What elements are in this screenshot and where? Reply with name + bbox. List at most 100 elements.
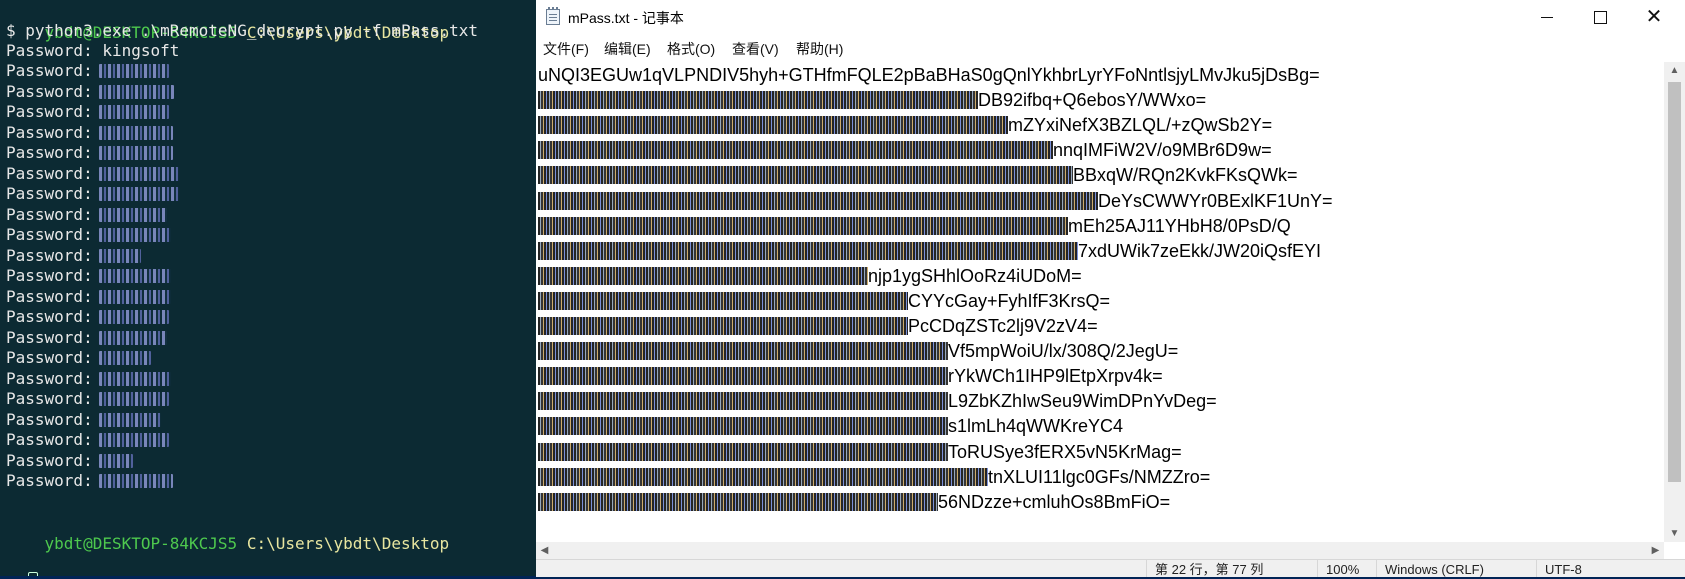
password-label: Password: — [6, 307, 93, 326]
close-button[interactable]: ✕ — [1626, 0, 1682, 34]
redacted-password — [98, 228, 171, 242]
close-icon: ✕ — [1645, 6, 1663, 28]
scroll-down-icon[interactable]: ▼ — [1664, 525, 1685, 542]
visible-text: tnXLUI11lgc0GFs/NMZZro= — [988, 466, 1211, 487]
text-line: PcCDqZSTc2lj9V2zV4= — [538, 313, 1098, 340]
password-line: Password: kingsoft — [6, 40, 179, 62]
text-line: rYkWCh1IHP9lEtpXrpv4k= — [538, 363, 1163, 390]
title-bar[interactable]: mPass.txt - 记事本 ✕ — [536, 0, 1685, 34]
visible-text: Vf5mpWoiU/lx/308Q/2JegU= — [948, 341, 1179, 362]
password-line: Password: — [6, 224, 171, 246]
text-line: DeYsCWWYr0BExlKF1UnY= — [538, 188, 1333, 215]
password-label: Password: — [6, 389, 93, 408]
status-zoom: 100% — [1317, 560, 1376, 577]
terminal-cursor — [28, 572, 38, 576]
password-label: Password: — [6, 409, 93, 429]
redacted-text — [538, 492, 938, 511]
menu-format[interactable]: 格式(O) — [667, 39, 715, 59]
visible-text: mZYxiNefX3BZLQL/+zQwSb2Y= — [1008, 115, 1273, 136]
visible-text: njp1ygSHhlOoRz4iUDoM= — [868, 265, 1082, 286]
password-line: Password: — [6, 163, 179, 185]
text-line: mEh25AJ11YHbH8/0PsD/Q — [538, 213, 1291, 240]
window-title: mPass.txt - 记事本 — [568, 10, 684, 26]
password-line: Password: — [6, 245, 141, 267]
text-line: tnXLUI11lgc0GFs/NMZZro= — [538, 464, 1210, 491]
password-label: Password: — [6, 266, 93, 285]
redacted-text — [538, 216, 1068, 235]
redacted-text — [538, 116, 1008, 135]
password-line: Password: — [6, 286, 171, 308]
terminal-window[interactable]: ybdt@DESKTOP-84KCJS5 C:\Users\ybdt\Deskt… — [0, 0, 536, 576]
menu-view[interactable]: 查看(V) — [732, 39, 779, 59]
status-encoding: UTF-8 — [1536, 560, 1645, 577]
redacted-text — [538, 291, 908, 310]
text-line: DB92ifbq+Q6ebosY/WWxo= — [538, 87, 1206, 114]
redacted-password — [98, 453, 133, 468]
terminal-prompt-bottom: ybdt@DESKTOP-84KCJS5 C:\Users\ybdt\Deskt… — [6, 511, 450, 576]
password-line: Password: — [6, 327, 167, 349]
text-editor[interactable]: uNQI3EGUw1qVLPNDIV5hyh+GTHfmFQLE2pBaBHaS… — [536, 62, 1664, 542]
visible-text: BBxqW/RQn2KvkFKsQWk= — [1073, 165, 1298, 186]
redacted-text — [538, 241, 1078, 260]
password-line: Password: — [6, 60, 169, 82]
password-label: Password: — [6, 471, 93, 490]
password-line: Password: — [6, 429, 169, 451]
visible-text: nnqIMFiW2V/o9MBr6D9w= — [1053, 140, 1272, 161]
redacted-text — [538, 467, 988, 486]
password-line: Password: — [6, 204, 167, 226]
password-line: Password: — [6, 347, 151, 369]
scroll-right-icon[interactable]: ▶ — [1647, 542, 1664, 559]
redacted-password — [98, 125, 173, 140]
redacted-password — [98, 64, 169, 78]
redacted-text — [538, 141, 1053, 160]
redacted-password — [98, 392, 169, 406]
horizontal-scrollbar[interactable]: ◀ ▶ — [536, 542, 1664, 559]
password-label: Password: — [6, 61, 93, 80]
menu-help[interactable]: 帮助(H) — [796, 39, 843, 59]
menu-file[interactable]: 文件(F) — [543, 39, 589, 59]
password-label: Password: — [6, 102, 93, 121]
visible-text: s1lmLh4qWWKreYC4 — [948, 416, 1124, 437]
redacted-password — [98, 166, 179, 181]
scroll-left-icon[interactable]: ◀ — [536, 542, 553, 559]
password-line: Password: — [6, 265, 171, 287]
password-line: Password: — [6, 81, 174, 103]
prompt-user: ybdt@DESKTOP-84KCJS5 — [44, 534, 238, 553]
vertical-scrollbar[interactable]: ▲ ▼ — [1664, 62, 1685, 542]
password-label: Password: — [6, 225, 93, 244]
visible-text: ToRUSye3fERX5vN5KrMag= — [948, 441, 1182, 462]
minimize-button[interactable] — [1519, 0, 1575, 34]
visible-text: 56NDzze+cmluhOs8BmFiO= — [938, 491, 1171, 512]
redacted-text — [538, 417, 948, 436]
scroll-thumb[interactable] — [1668, 82, 1681, 482]
text-line: uNQI3EGUw1qVLPNDIV5hyh+GTHfmFQLE2pBaBHaS… — [538, 62, 1320, 89]
text-line: 56NDzze+cmluhOs8BmFiO= — [538, 489, 1170, 516]
redacted-password — [98, 269, 171, 283]
maximize-button[interactable] — [1572, 0, 1628, 34]
visible-text: L9ZbKZhIwSeu9WimDPnYvDeg= — [948, 391, 1217, 412]
menu-edit[interactable]: 编辑(E) — [604, 39, 651, 59]
password-line: Password: — [6, 470, 173, 492]
visible-text: DeYsCWWYr0BExlKF1UnY= — [1098, 190, 1333, 211]
redacted-password — [98, 207, 167, 222]
maximize-icon — [1593, 10, 1607, 24]
notepad-window[interactable]: mPass.txt - 记事本 ✕ 文件(F) 编辑(E) 格式(O) 查看(V… — [536, 0, 1685, 577]
redacted-password — [98, 474, 173, 488]
redacted-text — [538, 91, 978, 110]
password-label: Password: — [6, 327, 93, 347]
redacted-text — [538, 166, 1073, 185]
redacted-password — [98, 310, 169, 324]
redacted-password — [98, 84, 174, 99]
password-label: Password: — [6, 143, 93, 162]
password-label: Password: — [6, 286, 93, 306]
scroll-up-icon[interactable]: ▲ — [1664, 62, 1685, 79]
text-line: s1lmLh4qWWKreYC4 — [538, 413, 1123, 440]
text-line: L9ZbKZhIwSeu9WimDPnYvDeg= — [538, 388, 1217, 415]
password-value: kingsoft — [102, 41, 180, 60]
visible-text: rYkWCh1IHP9lEtpXrpv4k= — [948, 366, 1163, 387]
redacted-password — [98, 105, 169, 119]
redacted-text — [538, 367, 948, 386]
redacted-password — [98, 289, 171, 304]
password-line: Password: — [6, 368, 171, 390]
text-line: ToRUSye3fERX5vN5KrMag= — [538, 439, 1182, 466]
